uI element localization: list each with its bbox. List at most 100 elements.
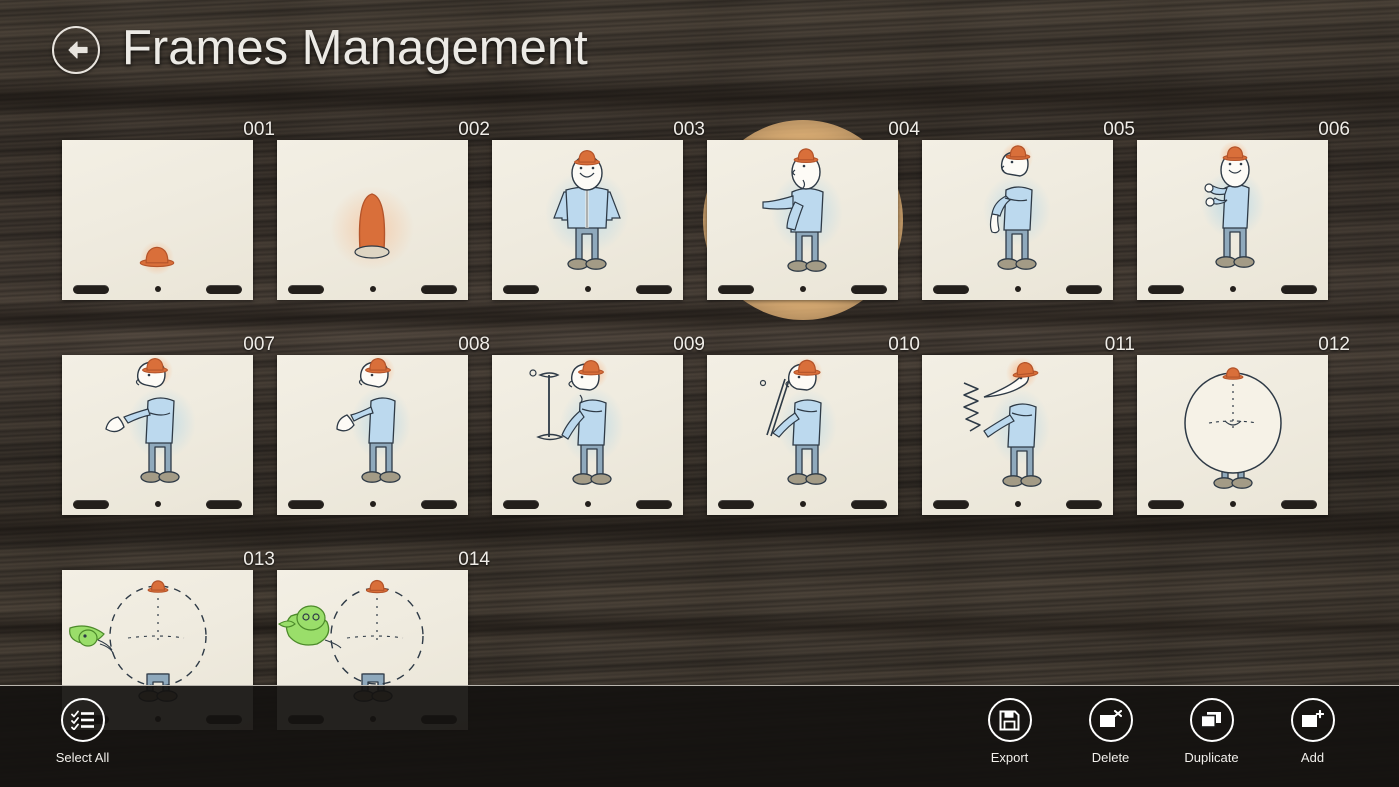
back-button[interactable]	[52, 26, 100, 74]
frame-artwork	[277, 140, 468, 300]
frame-thumbnail-wrapper	[707, 355, 898, 515]
frame-artwork	[1137, 140, 1328, 300]
peg-hole-left	[933, 285, 969, 294]
frame-artwork	[707, 355, 898, 515]
peg-hole-center	[799, 501, 806, 507]
peg-hole-left	[718, 500, 754, 509]
duplicate-button[interactable]: Duplicate	[1161, 698, 1262, 764]
frame-thumbnail[interactable]	[277, 140, 468, 300]
frame-artwork	[922, 355, 1113, 515]
frame-artwork	[277, 355, 468, 515]
frame-peg-bar	[62, 499, 253, 510]
frame-thumbnail-wrapper	[922, 355, 1113, 515]
frame-cell: 003	[492, 120, 707, 300]
delete-button[interactable]: Delete	[1060, 698, 1161, 764]
frame-cell: 001	[62, 120, 277, 300]
peg-hole-right	[636, 500, 672, 509]
export-label: Export	[990, 750, 1029, 765]
frame-cell: 005	[922, 120, 1137, 300]
duplicate-label: Duplicate	[1184, 750, 1239, 765]
app-bar-right-commands: Export Delete Duplicate Add	[959, 686, 1399, 764]
save-floppy-icon	[999, 710, 1020, 730]
peg-hole-left	[933, 500, 969, 509]
frame-cell: 002	[277, 120, 492, 300]
frame-thumbnail[interactable]	[62, 140, 253, 300]
frame-peg-bar	[277, 284, 468, 295]
peg-hole-center	[154, 286, 161, 292]
frame-thumbnail[interactable]	[707, 140, 898, 300]
frame-peg-bar	[707, 284, 898, 295]
peg-hole-right	[421, 285, 457, 294]
frames-grid: 001 002 003 004 005 006 007 008 009 010 …	[62, 120, 1352, 765]
frame-thumbnail[interactable]	[492, 355, 683, 515]
frame-artwork	[492, 355, 683, 515]
peg-hole-center	[1229, 501, 1236, 507]
peg-hole-right	[421, 500, 457, 509]
frame-cell: 006	[1137, 120, 1352, 300]
frame-artwork	[922, 140, 1113, 300]
add-button[interactable]: Add	[1262, 698, 1363, 764]
frame-thumbnail[interactable]	[277, 355, 468, 515]
select-all-circle	[60, 698, 105, 742]
peg-hole-right	[1281, 285, 1317, 294]
frame-thumbnail[interactable]	[1137, 355, 1328, 515]
frame-thumbnail[interactable]	[62, 355, 253, 515]
frame-number-label: 003	[673, 119, 705, 140]
export-button[interactable]: Export	[959, 698, 1060, 764]
frame-peg-bar	[277, 499, 468, 510]
frame-thumbnail[interactable]	[922, 355, 1113, 515]
frame-number-label: 008	[458, 334, 490, 355]
frame-duplicate-icon	[1200, 712, 1221, 728]
frame-number-label: 007	[243, 334, 275, 355]
frames-management-app: Frames Management 001 002 003 004 005 00…	[0, 0, 1399, 787]
frame-thumbnail-wrapper	[62, 355, 253, 515]
peg-hole-center	[1014, 501, 1021, 507]
peg-hole-right	[206, 500, 242, 509]
peg-hole-right	[1281, 500, 1317, 509]
page-title: Frames Management	[122, 20, 588, 75]
peg-hole-center	[1014, 286, 1021, 292]
frame-thumbnail[interactable]	[492, 140, 683, 300]
peg-hole-left	[718, 285, 754, 294]
back-arrow-icon	[68, 41, 88, 59]
peg-hole-center	[584, 286, 591, 292]
frame-peg-bar	[1137, 499, 1328, 510]
peg-hole-left	[503, 500, 539, 509]
frame-peg-bar	[707, 499, 898, 510]
frame-number-label: 001	[243, 119, 275, 140]
peg-hole-left	[73, 500, 109, 509]
frame-thumbnail-wrapper	[702, 120, 903, 320]
frame-cell: 011	[922, 335, 1137, 515]
app-bar: Select All Export Delete Duplicate Add	[0, 685, 1399, 787]
select-all-button[interactable]: Select All	[32, 698, 133, 764]
frame-thumbnail[interactable]	[1137, 140, 1328, 300]
peg-hole-center	[369, 501, 376, 507]
export-circle	[987, 698, 1032, 742]
peg-hole-center	[154, 501, 161, 507]
frame-artwork	[62, 140, 253, 300]
frame-artwork	[492, 140, 683, 300]
delete-label: Delete	[1091, 750, 1130, 765]
app-bar-left-commands: Select All	[0, 686, 133, 764]
frame-thumbnail-wrapper	[1137, 355, 1328, 515]
peg-hole-right	[1066, 500, 1102, 509]
peg-hole-right	[851, 285, 887, 294]
peg-hole-center	[584, 501, 591, 507]
frame-thumbnail-wrapper	[62, 140, 253, 300]
peg-hole-center	[799, 286, 806, 292]
frame-add-icon	[1302, 710, 1324, 727]
peg-hole-right	[851, 500, 887, 509]
peg-hole-left	[1148, 285, 1184, 294]
peg-hole-right	[206, 285, 242, 294]
frame-peg-bar	[922, 499, 1113, 510]
frame-thumbnail[interactable]	[922, 140, 1113, 300]
peg-hole-right	[636, 285, 672, 294]
frame-thumbnail[interactable]	[707, 355, 898, 515]
frame-thumbnail-wrapper	[492, 140, 683, 300]
frame-artwork	[707, 140, 898, 300]
frame-peg-bar	[62, 284, 253, 295]
frame-thumbnail-wrapper	[922, 140, 1113, 300]
frame-number-label: 002	[458, 119, 490, 140]
frame-number-label: 011	[1104, 334, 1135, 355]
add-circle	[1290, 698, 1335, 742]
